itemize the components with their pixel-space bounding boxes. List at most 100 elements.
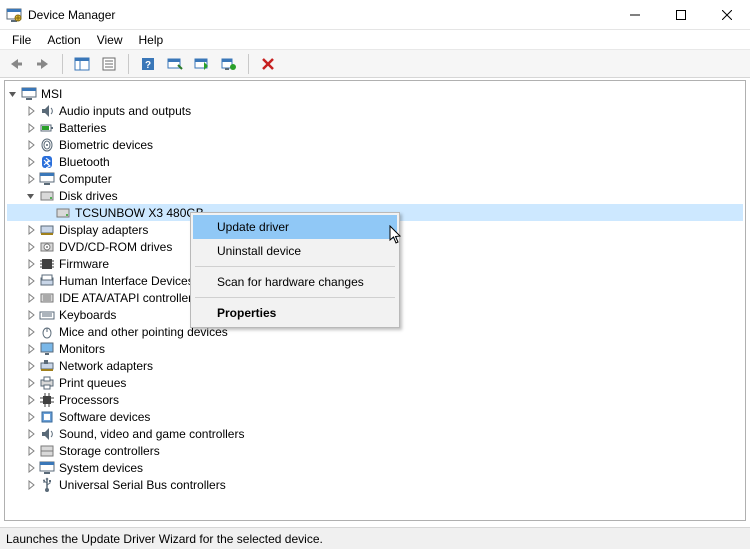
expander-collapsed-icon[interactable] — [25, 105, 37, 117]
toolbar-separator — [248, 54, 249, 74]
monitor-icon — [39, 341, 55, 357]
delete-button[interactable] — [256, 53, 280, 75]
expander-collapsed-icon[interactable] — [25, 275, 37, 287]
expander-collapsed-icon[interactable] — [25, 173, 37, 185]
tree-label: Processors — [59, 393, 119, 407]
expander-collapsed-icon[interactable] — [25, 343, 37, 355]
back-button[interactable] — [4, 53, 28, 75]
expander-expanded-icon[interactable] — [25, 190, 37, 202]
update-driver-button[interactable] — [190, 53, 214, 75]
expander-collapsed-icon[interactable] — [25, 258, 37, 270]
app-icon — [6, 7, 22, 23]
cpu-icon — [39, 392, 55, 408]
tree-label: Monitors — [59, 342, 105, 356]
expander-collapsed-icon[interactable] — [25, 377, 37, 389]
tree-row-disks[interactable]: Disk drives — [7, 187, 743, 204]
expander-collapsed-icon[interactable] — [25, 139, 37, 151]
expander-collapsed-icon[interactable] — [25, 445, 37, 457]
storage-icon — [39, 443, 55, 459]
expander-collapsed-icon[interactable] — [25, 309, 37, 321]
help-button[interactable]: ? — [136, 53, 160, 75]
tree-row-network[interactable]: Network adapters — [7, 357, 743, 374]
expander-collapsed-icon[interactable] — [25, 360, 37, 372]
expander-collapsed-icon[interactable] — [25, 462, 37, 474]
tree-row-storage[interactable]: Storage controllers — [7, 442, 743, 459]
disk-icon — [39, 188, 55, 204]
tree-row-audio[interactable]: Audio inputs and outputs — [7, 102, 743, 119]
minimize-button[interactable] — [612, 0, 658, 30]
uninstall-button[interactable] — [217, 53, 241, 75]
menu-file[interactable]: File — [4, 31, 39, 49]
tree-row-batteries[interactable]: Batteries — [7, 119, 743, 136]
tree-label: Storage controllers — [59, 444, 160, 458]
expander-collapsed-icon[interactable] — [25, 156, 37, 168]
battery-icon — [39, 120, 55, 136]
status-text: Launches the Update Driver Wizard for th… — [6, 532, 323, 546]
ide-icon — [39, 290, 55, 306]
tree-label: Bluetooth — [59, 155, 110, 169]
computer-icon — [21, 86, 37, 102]
statusbar: Launches the Update Driver Wizard for th… — [0, 527, 750, 549]
expander-collapsed-icon[interactable] — [25, 122, 37, 134]
toolbar-separator — [62, 54, 63, 74]
tree-row-root[interactable]: MSI — [7, 85, 743, 102]
titlebar: Device Manager — [0, 0, 750, 30]
menu-action[interactable]: Action — [39, 31, 88, 49]
expander-collapsed-icon[interactable] — [25, 479, 37, 491]
expander-collapsed-icon[interactable] — [25, 241, 37, 253]
context-menu: Update driver Uninstall device Scan for … — [190, 212, 400, 328]
tree-row-processors[interactable]: Processors — [7, 391, 743, 408]
tree-label: Sound, video and game controllers — [59, 427, 244, 441]
expander-collapsed-icon[interactable] — [25, 428, 37, 440]
menu-view[interactable]: View — [89, 31, 131, 49]
disk-icon — [55, 205, 71, 221]
tree-label: Biometric devices — [59, 138, 153, 152]
tree-label: Print queues — [59, 376, 126, 390]
tree-label: Audio inputs and outputs — [59, 104, 191, 118]
svg-text:?: ? — [145, 60, 151, 71]
tree-row-system[interactable]: System devices — [7, 459, 743, 476]
properties-button[interactable] — [97, 53, 121, 75]
maximize-button[interactable] — [658, 0, 704, 30]
window-title: Device Manager — [28, 8, 115, 22]
display-adapter-icon — [39, 222, 55, 238]
tree-row-biometric[interactable]: Biometric devices — [7, 136, 743, 153]
tree-row-bluetooth[interactable]: Bluetooth — [7, 153, 743, 170]
hid-icon — [39, 273, 55, 289]
tree-label: MSI — [41, 87, 62, 101]
forward-button[interactable] — [31, 53, 55, 75]
ctx-update-driver[interactable]: Update driver — [193, 215, 397, 239]
close-button[interactable] — [704, 0, 750, 30]
ctx-separator — [195, 266, 395, 267]
ctx-separator — [195, 297, 395, 298]
tree-row-software[interactable]: Software devices — [7, 408, 743, 425]
tree-row-print[interactable]: Print queues — [7, 374, 743, 391]
tree-row-usb[interactable]: Universal Serial Bus controllers — [7, 476, 743, 493]
ctx-uninstall[interactable]: Uninstall device — [193, 239, 397, 263]
tree-label: System devices — [59, 461, 143, 475]
network-icon — [39, 358, 55, 374]
expander-collapsed-icon[interactable] — [25, 326, 37, 338]
tree-label: Universal Serial Bus controllers — [59, 478, 226, 492]
scan-hardware-button[interactable] — [163, 53, 187, 75]
firmware-icon — [39, 256, 55, 272]
toolbar-separator — [128, 54, 129, 74]
expander-collapsed-icon[interactable] — [25, 394, 37, 406]
sound-icon — [39, 426, 55, 442]
expander-collapsed-icon[interactable] — [25, 411, 37, 423]
menu-help[interactable]: Help — [131, 31, 172, 49]
expander-expanded-icon[interactable] — [7, 88, 19, 100]
system-icon — [39, 460, 55, 476]
dvd-icon — [39, 239, 55, 255]
tree-label: Firmware — [59, 257, 109, 271]
expander-collapsed-icon[interactable] — [25, 292, 37, 304]
tree-label: Batteries — [59, 121, 106, 135]
tree-row-monitors[interactable]: Monitors — [7, 340, 743, 357]
ctx-scan[interactable]: Scan for hardware changes — [193, 270, 397, 294]
tree-label: Computer — [59, 172, 112, 186]
expander-collapsed-icon[interactable] — [25, 224, 37, 236]
tree-row-sound[interactable]: Sound, video and game controllers — [7, 425, 743, 442]
tree-row-computer[interactable]: Computer — [7, 170, 743, 187]
show-hide-console-tree-button[interactable] — [70, 53, 94, 75]
ctx-properties[interactable]: Properties — [193, 301, 397, 325]
